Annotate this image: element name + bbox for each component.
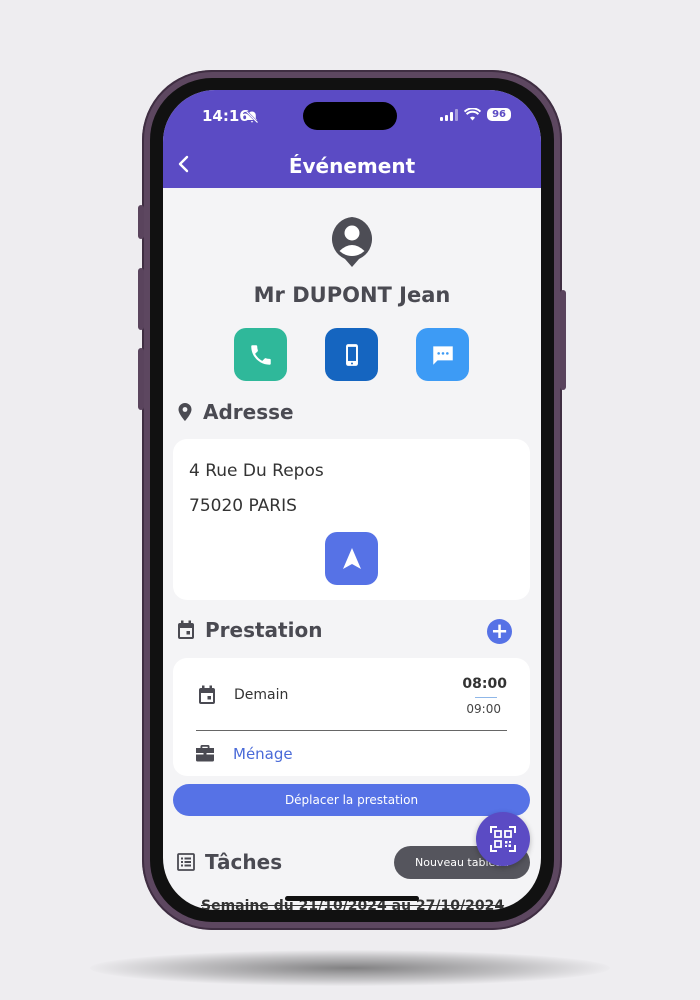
- address-section-title: Adresse: [203, 400, 294, 424]
- prestation-service: Ménage: [233, 745, 293, 763]
- volume-down-button: [138, 348, 144, 410]
- send-sms-button[interactable]: [416, 328, 469, 381]
- address-line-2: 75020 PARIS: [189, 496, 297, 516]
- prestation-divider: [196, 730, 507, 731]
- battery-indicator: 96: [487, 108, 511, 121]
- status-icons: 96: [440, 108, 511, 121]
- call-mobile-button[interactable]: [325, 328, 378, 381]
- wifi-icon: [464, 108, 482, 121]
- contact-name: Mr DUPONT Jean: [253, 283, 451, 307]
- move-prestation-button[interactable]: Déplacer la prestation: [173, 784, 530, 816]
- add-prestation-button[interactable]: +: [487, 619, 512, 644]
- prestation-section-header: Prestation: [177, 618, 322, 642]
- status-time: 14:16: [202, 107, 250, 125]
- mobile-icon: [345, 343, 358, 366]
- plus-icon: +: [490, 619, 509, 643]
- time-separator: [475, 697, 497, 698]
- tasks-section-header: Tâches: [177, 850, 282, 874]
- address-card: 4 Rue Du Repos 75020 PARIS: [173, 439, 530, 600]
- app-screen: 14:16 96 Événement Mr DUPONT Jean Adress…: [163, 90, 541, 910]
- page-title: Événement: [288, 154, 416, 178]
- qr-code-icon: [490, 826, 516, 852]
- address-line-1: 4 Rue Du Repos: [189, 461, 324, 481]
- tasks-section-title: Tâches: [205, 850, 283, 874]
- phone-icon: [250, 344, 271, 365]
- user-pin-icon: [331, 217, 373, 267]
- power-button: [560, 290, 566, 390]
- navigate-button[interactable]: [325, 532, 378, 585]
- task-list-icon: [177, 853, 195, 871]
- location-pin-icon: [178, 403, 192, 421]
- qr-scan-button[interactable]: [476, 812, 530, 866]
- volume-up-button: [138, 268, 144, 330]
- signal-icon: [440, 108, 459, 121]
- bell-off-icon: [245, 110, 259, 124]
- briefcase-icon: [196, 745, 214, 762]
- calendar-icon: [178, 620, 194, 639]
- app-header: 14:16 96 Événement: [163, 90, 541, 188]
- dynamic-island: [303, 102, 397, 130]
- navigation-arrow-icon: [342, 547, 361, 569]
- prestation-card[interactable]: Demain 08:00 09:00 Ménage: [173, 658, 530, 776]
- calendar-icon: [199, 685, 215, 704]
- mute-switch: [138, 205, 144, 239]
- prestation-date: Demain: [234, 687, 289, 703]
- address-section-header: Adresse: [177, 400, 294, 424]
- home-indicator[interactable]: [285, 896, 419, 901]
- prestation-end-time: 09:00: [466, 702, 501, 716]
- prestation-section-title: Prestation: [205, 618, 323, 642]
- call-phone-button[interactable]: [234, 328, 287, 381]
- prestation-start-time: 08:00: [462, 676, 507, 692]
- phone-shadow: [90, 950, 610, 986]
- message-icon: [432, 345, 453, 365]
